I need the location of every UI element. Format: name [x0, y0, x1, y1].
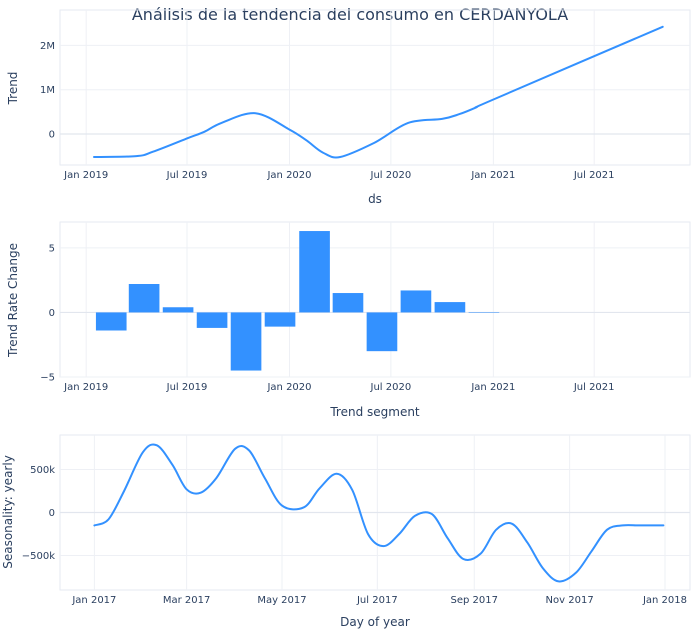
x-tick-label: Jan 2018 [642, 595, 687, 606]
x-tick-label: Mar 2017 [163, 595, 211, 606]
bar [299, 231, 330, 313]
x-tick-label: Jan 2021 [470, 382, 515, 393]
x-tick-label: Jul 2019 [166, 382, 208, 393]
trend-panel: Jan 2019 Jul 2019 Jan 2020 Jul 2020 Jan 2021… [6, 9, 691, 206]
x-tick-label: Jan 2020 [266, 382, 311, 393]
trend-rate-xlabel: Trend segment [329, 405, 420, 419]
bar [366, 312, 398, 352]
y-tick-label: −500k [22, 551, 55, 562]
bar [196, 312, 228, 328]
trend-xlabel: ds [368, 192, 382, 206]
y-tick-label: 2M [40, 41, 55, 52]
bar [162, 307, 194, 313]
bar [434, 302, 466, 313]
y-tick-label: 1M [40, 85, 55, 96]
seasonality-xlabel: Day of year [340, 615, 410, 629]
x-tick-label: Nov 2017 [546, 595, 594, 606]
trend-ylabel: Trend [6, 72, 20, 106]
bar [128, 284, 160, 313]
bar [468, 312, 500, 313]
y-tick-label: 5 [49, 243, 55, 254]
x-tick-label: Jan 2019 [63, 170, 108, 181]
seasonality-ylabel: Seasonality: yearly [1, 455, 15, 569]
trend-rate-ylabel: Trend Rate Change [6, 243, 20, 358]
bar [264, 312, 296, 327]
y-tick-label: 0 [49, 308, 55, 319]
x-tick-label: Jan 2020 [266, 170, 311, 181]
x-tick-label: Jan 2019 [63, 382, 108, 393]
series-line [93, 25, 664, 159]
x-tick-label: Sep 2017 [451, 595, 498, 606]
y-tick-label: 500k [30, 465, 55, 476]
x-tick-label: Jul 2020 [370, 382, 412, 393]
seasonality-panel: Jan 2017 Mar 2017 May 2017 Jul 2017 Sep 2017… [1, 434, 691, 629]
x-tick-label: Jul 2021 [573, 382, 615, 393]
x-tick-label: Jul 2017 [356, 595, 398, 606]
x-tick-label: May 2017 [257, 595, 306, 606]
figure: Análisis de la tendencia del consumo en … [1, 5, 691, 629]
x-tick-label: Jul 2020 [370, 170, 412, 181]
bar [230, 312, 262, 371]
x-tick-label: Jan 2017 [71, 595, 116, 606]
x-tick-label: Jan 2021 [470, 170, 515, 181]
y-tick-label: 0 [49, 508, 55, 519]
trend-rate-panel: Jan 2019 Jul 2019 Jan 2020 Jul 2020 Jan 2021… [6, 221, 691, 419]
y-tick-label: −5 [40, 373, 55, 384]
x-tick-label: Jul 2021 [573, 170, 615, 181]
bar [400, 290, 432, 313]
bar [95, 312, 127, 331]
x-tick-label: Jul 2019 [166, 170, 208, 181]
chart-title: Análisis de la tendencia del consumo en … [132, 5, 568, 24]
bar [332, 293, 364, 313]
y-tick-label: 0 [49, 130, 55, 141]
